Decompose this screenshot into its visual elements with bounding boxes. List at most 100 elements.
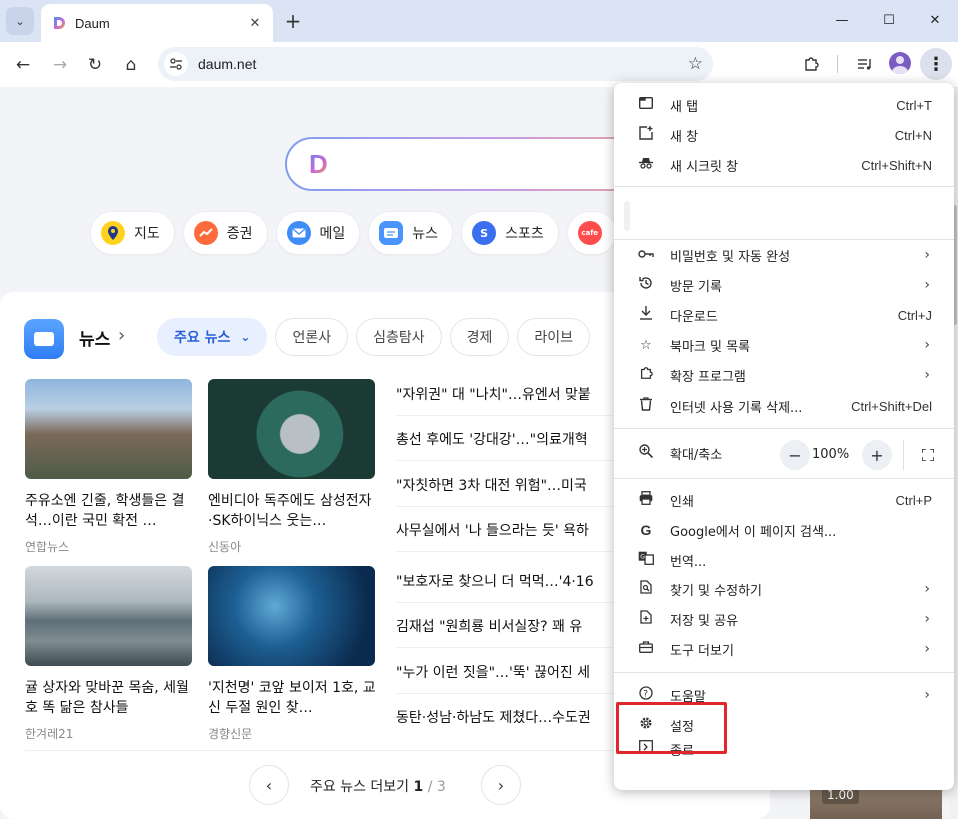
tab-press[interactable]: 언론사 xyxy=(275,318,349,356)
maximize-icon[interactable]: ☐ xyxy=(866,0,912,40)
news-thumbnail[interactable] xyxy=(25,566,192,666)
news-heading[interactable]: 뉴스 xyxy=(79,325,110,350)
svg-text:G: G xyxy=(640,554,645,561)
menu-item-history[interactable]: 방문 기록 › xyxy=(614,270,954,300)
news-thumbnail[interactable] xyxy=(208,379,375,479)
menu-item-more-tools[interactable]: 도구 더보기 › xyxy=(614,634,954,664)
menu-item-bookmarks[interactable]: ☆ 북마크 및 목록 › xyxy=(614,330,954,360)
menu-item-incognito[interactable]: 새 시크릿 창 Ctrl+Shift+N xyxy=(614,150,954,180)
more-options-icon[interactable]: ⋮ xyxy=(920,48,952,80)
menu-item-clear-browsing-data[interactable]: 인터넷 사용 기록 삭제... Ctrl+Shift+Del xyxy=(614,391,954,421)
new-tab-icon xyxy=(638,96,654,113)
news-headline[interactable]: "자칫하면 3차 대전 위험"…미국 xyxy=(396,471,614,507)
pager-label: 주요 뉴스 더보기 xyxy=(310,779,410,795)
news-headline[interactable]: 사무실에서 '나 들으라는 듯' 욕하 xyxy=(396,516,614,552)
media-queue-icon[interactable] xyxy=(850,49,880,79)
menu-label: 저장 및 공유 xyxy=(670,613,739,629)
menu-shortcut: Ctrl+Shift+Del xyxy=(851,398,932,414)
menu-label: 다운로드 xyxy=(670,309,718,325)
news-headline[interactable]: "보호자로 찾으니 더 먹먹…'4·16 xyxy=(396,567,614,603)
tab-top-news[interactable]: 주요 뉴스 ⌄ xyxy=(157,318,268,356)
menu-item-google-search[interactable]: G Google에서 이 페이지 검색... xyxy=(614,515,954,545)
extension-icon xyxy=(638,366,654,384)
menu-item-new-tab[interactable]: 새 탭 Ctrl+T xyxy=(614,90,954,120)
news-card-caption[interactable]: 주유소엔 긴줄, 학생들은 결석…이란 국민 확전 … xyxy=(25,491,193,531)
menu-item-zoom: 확대/축소 xyxy=(614,438,774,468)
menu-item-extensions[interactable]: 확장 프로그램 › xyxy=(614,360,954,390)
close-icon[interactable]: ✕ xyxy=(245,13,265,33)
menu-separator xyxy=(614,672,954,673)
menu-label: 인터넷 사용 기록 삭제... xyxy=(670,400,803,416)
tab-economy[interactable]: 경제 xyxy=(449,318,510,356)
back-arrow-icon[interactable]: ← xyxy=(8,50,38,80)
news-card-caption[interactable]: 귤 상자와 맞바꾼 목숨, 세월호 똑 닮은 참사들 xyxy=(25,678,193,718)
menu-label: 비밀번호 및 자동 완성 xyxy=(670,249,791,265)
news-headline[interactable]: 총선 후에도 '강대강'…"의료개혁 xyxy=(396,425,614,461)
profile-avatar[interactable] xyxy=(889,52,911,74)
news-thumbnail[interactable] xyxy=(208,566,375,666)
quick-link-stocks[interactable]: 증권 xyxy=(182,211,268,255)
chevron-right-icon: › xyxy=(924,247,930,263)
fullscreen-icon[interactable] xyxy=(913,440,943,470)
zoom-out-button[interactable]: − xyxy=(780,440,810,470)
pager-text[interactable]: 주요 뉴스 더보기 1 / 3 xyxy=(310,776,446,796)
pager-next-icon[interactable]: › xyxy=(481,765,521,805)
news-category-tabs: 주요 뉴스 ⌄ 언론사 심층탐사 경제 라이브 xyxy=(157,318,591,356)
tab-daum[interactable]: Daum ✕ xyxy=(41,4,273,42)
google-icon: G xyxy=(640,522,652,538)
url-text: daum.net xyxy=(198,56,257,72)
quick-link-label: 지도 xyxy=(134,226,160,242)
quick-link-map[interactable]: 지도 xyxy=(90,211,175,255)
chip-label: 경제 xyxy=(466,330,493,346)
chevron-right-icon: › xyxy=(924,337,930,353)
chevron-down-icon: ⌄ xyxy=(240,330,251,344)
tab-live[interactable]: 라이브 xyxy=(517,318,591,356)
tab-strip: ⌄ Daum ✕ + — ☐ ✕ xyxy=(0,0,958,42)
profile-row[interactable] xyxy=(624,201,630,231)
menu-shortcut: Ctrl+T xyxy=(896,97,932,113)
menu-item-passwords[interactable]: 비밀번호 및 자동 완성 › xyxy=(614,240,954,270)
quick-link-mail[interactable]: 메일 xyxy=(275,211,361,255)
print-icon xyxy=(638,491,654,509)
tab-search-button[interactable]: ⌄ xyxy=(6,7,34,35)
news-thumbnail[interactable] xyxy=(25,379,192,479)
menu-item-translate[interactable]: G 번역... xyxy=(614,545,954,575)
quick-link-sports[interactable]: S 스포츠 xyxy=(461,211,559,255)
news-headline[interactable]: 동탄·성남·하남도 제쳤다…수도권 xyxy=(396,703,614,739)
plus-icon[interactable]: + xyxy=(281,9,305,33)
news-headline[interactable]: "자위권" 대 "나치"…유엔서 맞붙 xyxy=(396,380,614,416)
site-info-icon[interactable] xyxy=(164,52,188,76)
address-bar[interactable]: daum.net ☆ xyxy=(158,47,713,81)
menu-item-print[interactable]: 인쇄 Ctrl+P xyxy=(614,485,954,515)
reload-icon[interactable]: ↻ xyxy=(80,50,110,80)
svg-text:?: ? xyxy=(643,690,648,700)
bookmark-star-icon: ☆ xyxy=(640,337,652,353)
quick-link-news[interactable]: 뉴스 xyxy=(368,211,454,255)
quick-link-cafe[interactable]: cafe xyxy=(566,211,617,255)
window-close-icon[interactable]: ✕ xyxy=(912,0,958,40)
forward-arrow-icon[interactable]: → xyxy=(45,50,75,80)
menu-item-find-edit[interactable]: 찾기 및 수정하기 › xyxy=(614,574,954,604)
extensions-puzzle-icon[interactable] xyxy=(796,49,826,79)
news-card-source: 연합뉴스 xyxy=(25,540,70,554)
menu-item-new-window[interactable]: 새 창 Ctrl+N xyxy=(614,120,954,150)
find-icon xyxy=(638,580,654,598)
news-icon xyxy=(379,221,404,245)
news-card-caption[interactable]: 엔비디아 독주에도 삼성전자·SK하이닉스 웃는… xyxy=(208,491,376,531)
tab-in-depth[interactable]: 심층탐사 xyxy=(356,318,442,356)
menu-shortcut: Ctrl+N xyxy=(894,127,932,143)
menu-item-save-share[interactable]: 저장 및 공유 › xyxy=(614,604,954,634)
menu-shortcut: Ctrl+Shift+N xyxy=(861,157,932,173)
new-window-icon xyxy=(638,126,654,144)
pager-total: / 3 xyxy=(427,779,446,795)
minimize-icon[interactable]: — xyxy=(819,0,865,40)
zoom-in-button[interactable]: + xyxy=(862,440,892,470)
news-headline[interactable]: 김재섭 "원희룡 비서실장? 꽤 유 xyxy=(396,612,614,648)
chevron-right-icon[interactable]: › xyxy=(118,325,125,346)
pager-prev-icon[interactable]: ‹ xyxy=(249,765,289,805)
bookmark-star-icon[interactable]: ☆ xyxy=(688,54,703,74)
news-card-caption[interactable]: '지천명' 코앞 보이저 1호, 교신 두절 원인 찾… xyxy=(208,678,376,718)
menu-item-downloads[interactable]: 다운로드 Ctrl+J xyxy=(614,300,954,330)
news-headline[interactable]: "누가 이런 짓을"…'뚝' 끊어진 세 xyxy=(396,658,614,694)
home-icon[interactable]: ⌂ xyxy=(116,50,146,80)
